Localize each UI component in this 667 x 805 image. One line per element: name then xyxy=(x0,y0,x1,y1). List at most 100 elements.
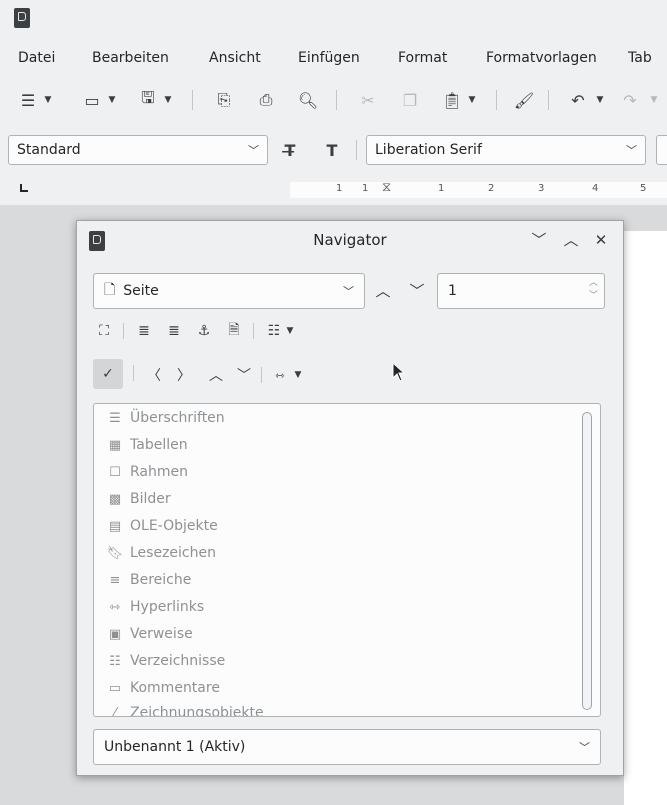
heading-levels-icon[interactable]: ☷ xyxy=(263,319,285,343)
chevron-down-icon[interactable]: ▼ xyxy=(283,319,297,343)
chevron-down-icon[interactable]: ▼ xyxy=(160,88,174,112)
chevron-right-icon[interactable]: 〉 xyxy=(173,363,195,387)
ruler-row: 1 1 ⧖ 1 2 3 4 5 xyxy=(0,178,667,202)
menu-tabelle[interactable]: Tab xyxy=(628,50,652,66)
navigate-by-combo[interactable]: 🗋 Seite ﹀ xyxy=(93,273,365,309)
font-name-combo[interactable]: Liberation Serif ﹀ xyxy=(366,135,646,165)
clone-formatting-icon[interactable]: 🖌︎ xyxy=(512,88,536,112)
menu-datei[interactable]: Datei xyxy=(18,50,55,66)
navigator-titlebar[interactable]: Navigator ﹀ ︿ ✕ xyxy=(77,221,623,261)
attachment-icon[interactable]: 🗎 xyxy=(223,319,245,343)
chevron-down-icon[interactable]: ▼ xyxy=(104,88,118,112)
list-item[interactable]: ≡ Bereiche xyxy=(106,568,192,592)
writer-app-icon xyxy=(14,8,30,28)
spin-arrows[interactable]: ︿ ﹀ xyxy=(589,277,598,303)
comments-icon: ▭ xyxy=(108,680,122,696)
list-item[interactable]: ▩ Bilder xyxy=(106,487,171,511)
headings-icon: ☰ xyxy=(109,410,121,426)
list-item[interactable]: ☰ Überschriften xyxy=(106,406,225,430)
next-page-button[interactable]: ﹀ xyxy=(407,281,427,301)
list-item-label: Rahmen xyxy=(130,464,188,480)
chevron-down-icon: ﹀ xyxy=(343,285,354,298)
ruler-number: 1 xyxy=(362,183,369,194)
print-icon[interactable]: ⎙ xyxy=(254,88,278,112)
menu-formatvorlagen[interactable]: Formatvorlagen xyxy=(486,50,597,66)
toolbar-separator xyxy=(253,323,254,339)
tab-stop-type-icon[interactable] xyxy=(20,184,28,192)
cut-icon[interactable]: ✂ xyxy=(356,88,380,112)
anchor-icon[interactable]: ⚓︎ xyxy=(193,319,215,343)
menu-format[interactable]: Format xyxy=(398,50,447,66)
checkmark-icon[interactable]: ✓ xyxy=(93,359,123,389)
chevron-down-icon[interactable]: ▼ xyxy=(646,88,660,112)
page-number-spin[interactable]: 1 ︿ ﹀ xyxy=(437,273,605,309)
copy-icon[interactable]: ❐ xyxy=(398,88,422,112)
horizontal-ruler[interactable]: 1 1 ⧖ 1 2 3 4 5 xyxy=(290,180,667,198)
document-select-value: Unbenannt 1 (Aktiv) xyxy=(104,739,246,755)
chevron-down-icon: ﹀ xyxy=(626,144,637,157)
list-item[interactable]: ▣ Verweise xyxy=(106,622,193,646)
chevron-down-icon[interactable]: ﹀ xyxy=(233,363,255,387)
chevron-down-icon[interactable]: ▼ xyxy=(592,88,606,112)
chevron-down-icon[interactable]: ▼ xyxy=(40,88,54,112)
vertical-scrollbar[interactable] xyxy=(582,412,592,710)
ruler-number: 3 xyxy=(538,183,545,194)
menu-ansicht[interactable]: Ansicht xyxy=(209,50,261,66)
drag-mode-icon[interactable]: ⇿ xyxy=(269,363,291,387)
paste-icon[interactable]: 📋︎ xyxy=(440,88,464,112)
footer-icon[interactable]: ≣ xyxy=(163,319,185,343)
ruler-number: 1 xyxy=(336,183,343,194)
navigator-toolbar-2: ✓ 〈 〉 ︿ ﹀ ⇿ ▼ xyxy=(93,359,353,391)
chevron-down-icon[interactable]: ▼ xyxy=(291,363,305,387)
chevron-down-icon[interactable]: ▼ xyxy=(464,88,478,112)
menubar: Datei Bearbeiten Ansicht Einfügen Format… xyxy=(0,44,667,74)
undo-icon[interactable]: ↶ xyxy=(566,88,590,112)
chevron-up-icon[interactable]: ︿ xyxy=(205,363,227,387)
new-style-icon[interactable]: T xyxy=(320,138,344,162)
navigator-dialog: Navigator ﹀ ︿ ✕ 🗋 Seite ﹀ ︿ ﹀ 1 ︿ ﹀ ⛶ ≣ ≣… xyxy=(76,220,624,776)
list-item-label: Bereiche xyxy=(130,572,192,588)
document-page[interactable] xyxy=(624,231,667,805)
navigator-content-list[interactable]: ☰ Überschriften ▦ Tabellen ☐ Rahmen ▩ Bilder… xyxy=(93,403,601,717)
paragraph-style-combo[interactable]: Standard ﹀ xyxy=(8,135,268,165)
header-icon[interactable]: ≣ xyxy=(133,319,155,343)
list-item[interactable]: ▭ Kommentare xyxy=(106,676,220,700)
font-size-combo[interactable] xyxy=(656,135,667,165)
bookmarks-icon: 🔖︎ xyxy=(106,545,124,561)
toggle-content-icon[interactable]: ⛶ xyxy=(93,319,115,343)
print-preview-icon[interactable]: 🔍︎ xyxy=(296,88,320,112)
list-item[interactable]: 🔖︎ Lesezeichen xyxy=(106,541,216,565)
redo-icon[interactable]: ↷ xyxy=(618,88,642,112)
navigator-toolbar-1: ⛶ ≣ ≣ ⚓︎ 🗎 ☷ ▼ xyxy=(93,317,353,345)
menu-bearbeiten[interactable]: Bearbeiten xyxy=(92,50,169,66)
hourglass-indent-icon[interactable]: ⧖ xyxy=(382,180,391,195)
indexes-icon: ☷ xyxy=(109,653,121,669)
chevron-left-icon[interactable]: 〈 xyxy=(143,363,165,387)
formatting-toolbar: Standard ﹀ T̶ T Liberation Serif ﹀ xyxy=(0,130,667,170)
mouse-pointer-icon xyxy=(392,362,406,382)
sections-icon: ≡ xyxy=(109,572,121,588)
document-select-combo[interactable]: Unbenannt 1 (Aktiv) ﹀ xyxy=(93,729,601,765)
list-item[interactable]: ▦ Tabellen xyxy=(106,433,188,457)
menu-einfuegen[interactable]: Einfügen xyxy=(298,50,360,66)
toolbar-separator xyxy=(133,365,134,381)
open-icon[interactable]: ▭ xyxy=(80,88,104,112)
list-item[interactable]: ▤ OLE-Objekte xyxy=(106,514,218,538)
save-icon[interactable]: 🖫 xyxy=(136,88,160,112)
navigate-by-value: Seite xyxy=(123,283,159,299)
list-item[interactable]: ☷ Verzeichnisse xyxy=(106,649,225,673)
toolbar-separator xyxy=(356,140,357,160)
close-icon[interactable]: ✕ xyxy=(591,230,611,250)
sidebar-deck-icon[interactable]: ☰ xyxy=(16,88,40,112)
minimize-icon[interactable]: ﹀ xyxy=(529,230,549,250)
maximize-icon[interactable]: ︿ xyxy=(561,230,581,250)
previous-page-button[interactable]: ︿ xyxy=(373,281,393,301)
list-item-label: Tabellen xyxy=(130,437,188,453)
list-item[interactable]: ⇿ Hyperlinks xyxy=(106,595,205,619)
standard-toolbar: ☰ ▼ ▭ ▼ 🖫 ▼ ⎘ ⎙ 🔍︎ ✂ ❐ 📋︎ ▼ 🖌︎ ↶ ▼ ↷ ▼ xyxy=(0,80,667,120)
update-style-icon[interactable]: T̶ xyxy=(278,138,302,162)
export-pdf-icon[interactable]: ⎘ xyxy=(212,88,236,112)
list-item[interactable]: ⁄ Zeichnungsobjekte xyxy=(106,701,264,716)
window-titlebar xyxy=(0,0,667,40)
list-item[interactable]: ☐ Rahmen xyxy=(106,460,188,484)
